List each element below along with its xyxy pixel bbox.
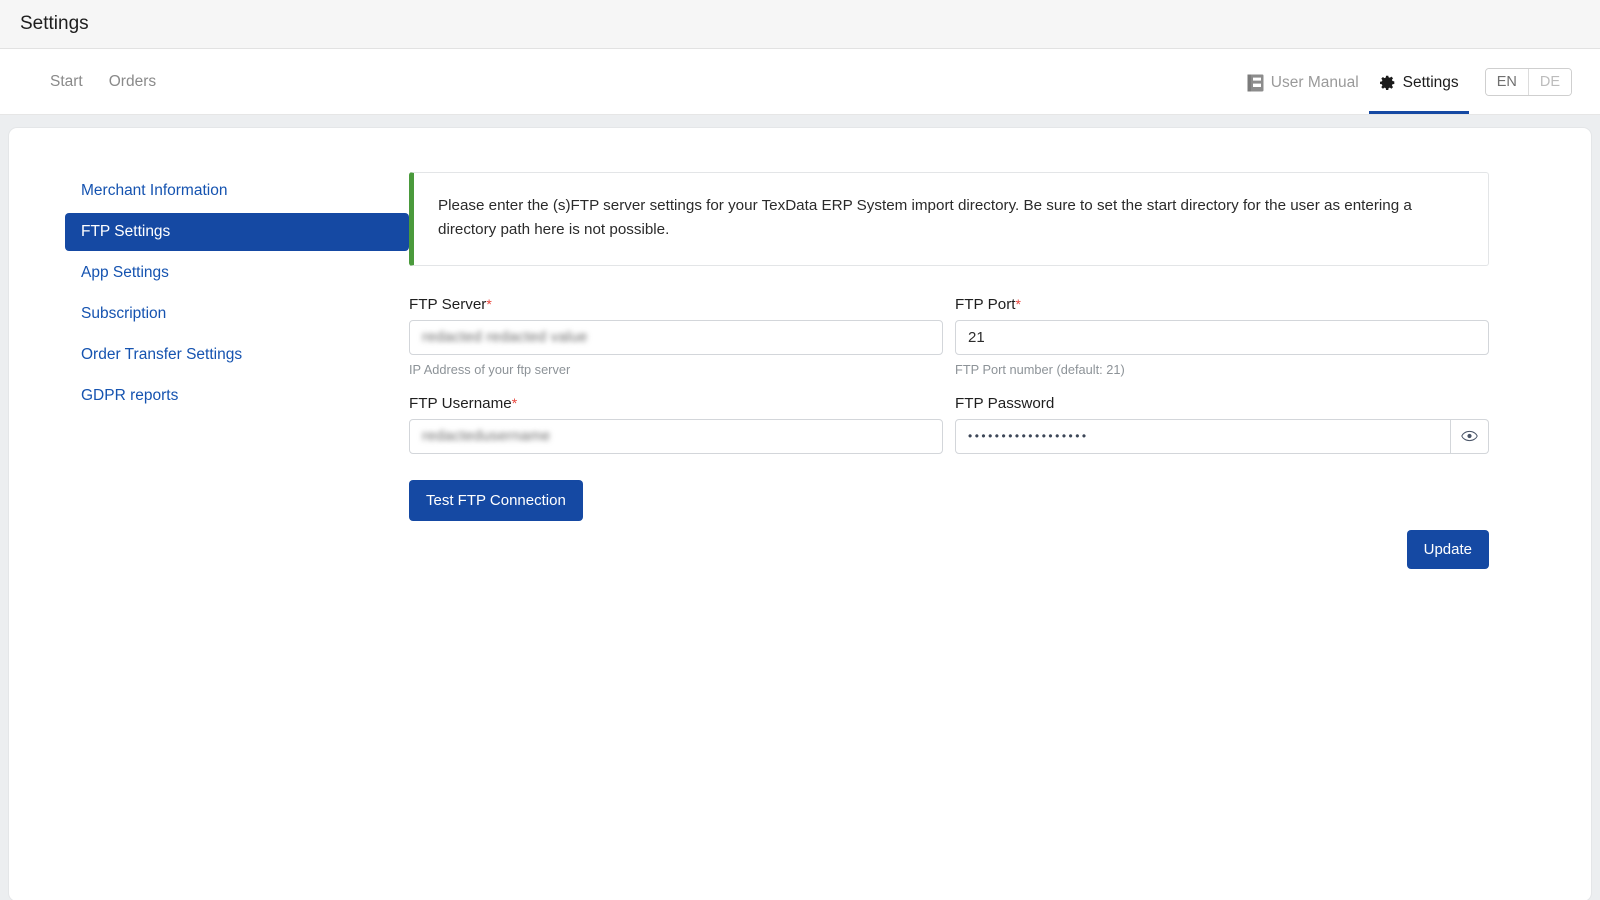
nav-item-user-manual-label: User Manual	[1271, 74, 1359, 92]
field-group-ftp-port: FTP Port* FTP Port number (default: 21)	[955, 296, 1489, 377]
ftp-password-input-group	[955, 419, 1489, 454]
ftp-settings-panel: Please enter the (s)FTP server settings …	[409, 172, 1591, 900]
sidebar-item-ftp-settings[interactable]: FTP Settings	[65, 213, 409, 251]
ftp-port-label-text: FTP Port	[955, 296, 1015, 313]
ftp-password-label-text: FTP Password	[955, 395, 1054, 412]
ftp-port-required-marker: *	[1015, 296, 1020, 312]
form-row-username-password: FTP Username* redactedusername FTP Passw…	[409, 395, 1489, 454]
nav-link-orders[interactable]: Orders	[109, 74, 156, 90]
sidebar-item-order-transfer-settings[interactable]: Order Transfer Settings	[65, 336, 409, 374]
update-button-row: Update	[409, 530, 1489, 569]
toggle-password-visibility-button[interactable]	[1451, 419, 1489, 454]
ftp-password-label: FTP Password	[955, 395, 1489, 412]
settings-sidebar: Merchant Information FTP Settings App Se…	[9, 172, 409, 900]
page-background: Merchant Information FTP Settings App Se…	[0, 115, 1600, 900]
sidebar-item-subscription[interactable]: Subscription	[65, 295, 409, 333]
ftp-server-label: FTP Server*	[409, 296, 943, 313]
field-group-ftp-username: FTP Username* redactedusername	[409, 395, 943, 454]
nav-left-group: Start Orders	[50, 49, 156, 114]
language-option-en[interactable]: EN	[1486, 69, 1528, 95]
gear-icon	[1379, 74, 1396, 91]
book-icon	[1247, 74, 1264, 92]
ftp-server-input[interactable]: redacted redacted value	[409, 320, 943, 355]
window-titlebar: Settings	[0, 0, 1600, 49]
ftp-port-helper: FTP Port number (default: 21)	[955, 362, 1489, 377]
eye-icon	[1461, 430, 1478, 442]
ftp-server-helper: IP Address of your ftp server	[409, 362, 943, 377]
nav-item-settings-inner: Settings	[1379, 74, 1459, 92]
ftp-username-value: redactedusername	[422, 420, 550, 453]
ftp-username-label-text: FTP Username	[409, 395, 512, 412]
ftp-username-label: FTP Username*	[409, 395, 943, 412]
ftp-password-input[interactable]	[955, 419, 1451, 454]
form-row-server-port: FTP Server* redacted redacted value IP A…	[409, 296, 1489, 377]
info-banner: Please enter the (s)FTP server settings …	[409, 172, 1489, 266]
nav-right-group: User Manual Settings EN DE	[1237, 49, 1572, 114]
nav-item-settings[interactable]: Settings	[1369, 49, 1469, 114]
ftp-server-required-marker: *	[486, 296, 491, 312]
nav-link-start[interactable]: Start	[50, 74, 83, 90]
ftp-server-label-text: FTP Server	[409, 296, 486, 313]
sidebar-item-app-settings[interactable]: App Settings	[65, 254, 409, 292]
ftp-username-input[interactable]: redactedusername	[409, 419, 943, 454]
test-ftp-connection-button[interactable]: Test FTP Connection	[409, 480, 583, 521]
ftp-server-value: redacted redacted value	[422, 321, 588, 354]
ftp-username-required-marker: *	[512, 395, 517, 411]
top-navigation: Start Orders User Manual	[0, 49, 1600, 115]
update-button[interactable]: Update	[1407, 530, 1489, 569]
content-card: Merchant Information FTP Settings App Se…	[8, 127, 1592, 900]
ftp-port-label: FTP Port*	[955, 296, 1489, 313]
nav-item-user-manual[interactable]: User Manual	[1237, 49, 1369, 114]
ftp-port-input[interactable]	[955, 320, 1489, 355]
sidebar-item-merchant-information[interactable]: Merchant Information	[65, 172, 409, 210]
nav-item-settings-label: Settings	[1403, 74, 1459, 92]
language-toggle: EN DE	[1485, 68, 1572, 96]
nav-item-user-manual-inner: User Manual	[1247, 74, 1359, 92]
language-option-de[interactable]: DE	[1528, 69, 1571, 95]
window-title: Settings	[20, 13, 89, 35]
field-group-ftp-password: FTP Password	[955, 395, 1489, 454]
sidebar-item-gdpr-reports[interactable]: GDPR reports	[65, 377, 409, 415]
field-group-ftp-server: FTP Server* redacted redacted value IP A…	[409, 296, 943, 377]
